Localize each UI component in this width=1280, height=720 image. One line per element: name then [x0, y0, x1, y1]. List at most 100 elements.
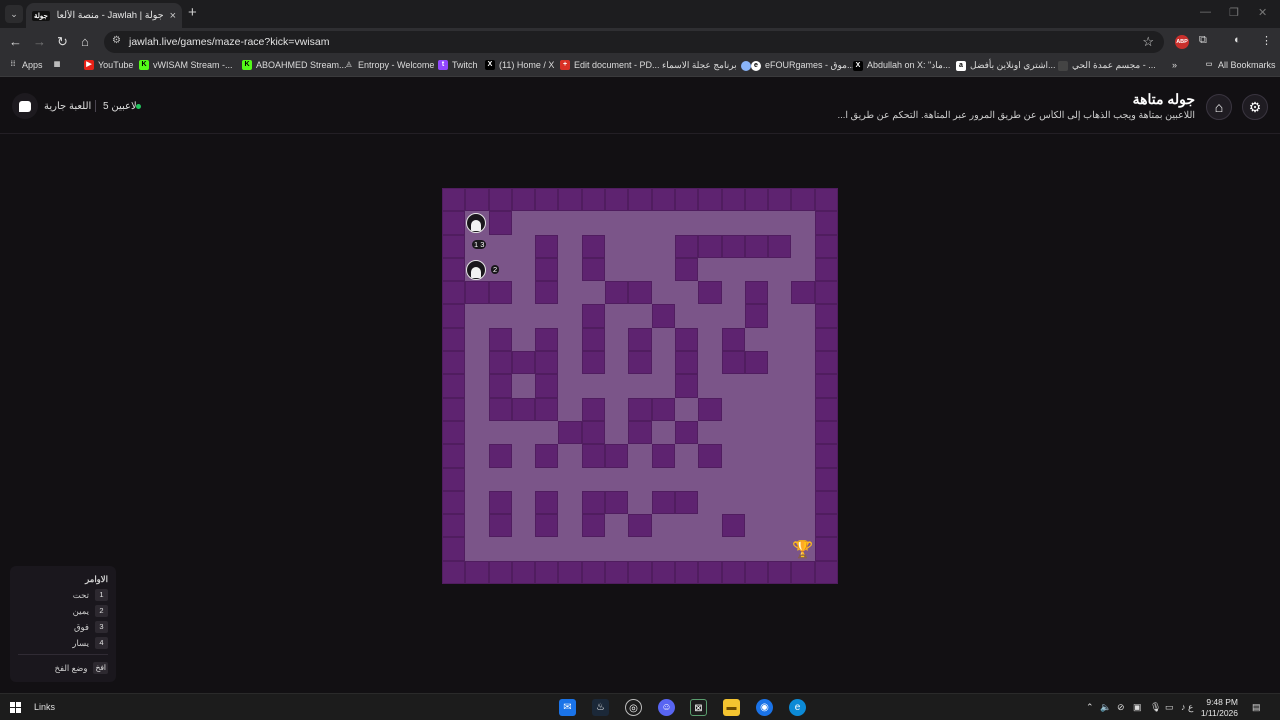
clock[interactable]: 9:48 PM 1/11/2026	[1201, 697, 1238, 719]
maze-path-cell	[511, 537, 536, 561]
maze-wall-cell	[442, 537, 466, 561]
divider	[95, 100, 96, 112]
notification-center-icon[interactable]: ▤	[1252, 702, 1261, 713]
player-count-badge: 2	[491, 265, 500, 274]
tab-close-icon[interactable]: ×	[170, 10, 176, 22]
extensions-icon[interactable]: ⧉	[1199, 34, 1207, 47]
tab-groups-icon[interactable]: ▦	[52, 60, 62, 70]
maze-path-cell	[511, 304, 536, 328]
network-icon[interactable]: ▭	[1165, 702, 1174, 713]
maze-wall-cell	[814, 444, 838, 468]
maze-wall-cell	[581, 327, 606, 352]
maze-wall-cell	[721, 327, 745, 352]
steam-icon[interactable]: ♨	[592, 699, 609, 716]
bookmark-apps[interactable]: ⁞⁞ Apps	[8, 60, 43, 70]
maze-path-cell	[651, 537, 675, 561]
maze-wall-cell	[581, 397, 606, 421]
bookmark-entropy[interactable]: ◬ Entropy - Welcome	[344, 60, 434, 70]
reload-icon[interactable]: ↻	[57, 34, 68, 50]
chrome-icon[interactable]: ◉	[756, 699, 773, 716]
edge-icon[interactable]: e	[789, 699, 806, 716]
back-icon[interactable]: ←	[9, 34, 22, 49]
maze-wall-cell	[721, 188, 745, 212]
new-tab-button[interactable]: +	[188, 4, 197, 21]
maze-path-cell	[791, 490, 815, 515]
all-bookmarks[interactable]: ▭ All Bookmarks	[1204, 60, 1276, 70]
tab-search-button[interactable]: ⌄	[5, 5, 23, 23]
maze-path-cell	[768, 397, 792, 421]
maze-path-cell	[674, 514, 699, 538]
close-window-icon[interactable]: ✕	[1258, 6, 1267, 19]
home-icon[interactable]: ⌂	[81, 34, 89, 49]
jawlah-logo-icon[interactable]	[12, 93, 38, 119]
maze-wall-cell	[535, 374, 559, 398]
maze-path-cell	[628, 490, 652, 515]
bookmark-star-icon[interactable]: ☆	[1142, 34, 1154, 50]
x-icon: X	[485, 60, 495, 70]
maze-wall-cell	[674, 188, 699, 212]
windows-start-icon[interactable]	[10, 702, 21, 713]
restore-icon[interactable]: ❐	[1229, 6, 1239, 19]
maze-wall-cell	[442, 560, 466, 584]
profile-avatar-icon[interactable]: ◐	[1234, 34, 1241, 46]
maze-path-cell	[698, 374, 722, 398]
command-row: يسار 4	[72, 637, 108, 649]
volume-icon[interactable]: 🔈	[1100, 702, 1111, 713]
camera-icon[interactable]: ▣	[1133, 702, 1142, 713]
maze-wall-cell	[442, 281, 466, 305]
maze-wall-cell	[535, 281, 559, 305]
obs-icon[interactable]: ◎	[625, 699, 642, 716]
maze-wall-cell	[605, 444, 629, 468]
command-key: 1	[95, 589, 108, 601]
maze-path-cell	[744, 211, 769, 235]
menu-icon[interactable]: ⋮	[1261, 34, 1272, 47]
bookmark-mujassam[interactable]: مجسم عمدة الحي - ...	[1058, 60, 1156, 71]
taskbar-links[interactable]: Links	[34, 702, 55, 712]
maze-path-cell	[558, 514, 582, 538]
bookmark-amazon[interactable]: a اشتري اونلاين بأفضل...	[956, 60, 1056, 71]
bookmark-kick-aboahmed[interactable]: K ABOAHMED Stream...	[242, 60, 347, 70]
bookmark-x-home[interactable]: X (11) Home / X	[485, 60, 554, 70]
maze-wall-cell	[558, 420, 582, 445]
maze-wall-cell	[488, 514, 512, 538]
bookmark-efourgames[interactable]: e eFOURgames - موق...	[751, 60, 854, 71]
maze-wall-cell	[698, 560, 722, 584]
xbox-icon[interactable]: ⊠	[690, 699, 707, 716]
maze-wall-cell	[721, 351, 745, 375]
maze-path-cell	[488, 420, 512, 445]
command-row: فوق 3	[74, 621, 108, 633]
bookmark-twitch[interactable]: t Twitch	[438, 60, 478, 70]
maze-path-cell	[558, 304, 582, 328]
sound-icon[interactable]: ♪	[1181, 702, 1186, 712]
tray-overflow-icon[interactable]: ⌃	[1086, 702, 1094, 713]
maze-path-cell	[535, 211, 559, 235]
file-explorer-icon[interactable]: ▬	[723, 699, 740, 716]
maze-wall-cell	[535, 351, 559, 375]
active-tab[interactable]: جولة جولة | Jawlah - منصة الألعاب الـ...…	[26, 3, 182, 28]
forward-icon[interactable]: →	[33, 34, 46, 49]
bookmark-kick-vwisam[interactable]: KvWISAM Stream -...	[139, 60, 233, 70]
maze-path-cell	[488, 234, 512, 258]
language-indicator[interactable]: ع	[1188, 702, 1193, 713]
bookmark-abdullah-x[interactable]: X Abdullah on X: "ماد...	[853, 60, 950, 71]
outlook-icon[interactable]: ✉	[559, 699, 576, 716]
maze-path-cell	[628, 467, 652, 491]
maze-path-cell	[791, 374, 815, 398]
adblock-extension-icon[interactable]: ABP	[1175, 35, 1189, 49]
settings-button[interactable]: ⚙	[1242, 94, 1268, 120]
address-bar[interactable]: ⚙ jawlah.live/games/maze-race?kick=vwisa…	[104, 31, 1164, 53]
bookmark-edit-document[interactable]: + Edit document - PD...	[560, 60, 660, 70]
home-button[interactable]: ⌂	[1206, 94, 1232, 120]
maze-wall-cell	[721, 560, 745, 584]
discord-icon[interactable]: ☺	[658, 699, 675, 716]
maze-path-cell	[511, 257, 536, 282]
maze-wall-cell	[814, 537, 838, 561]
minimize-icon[interactable]: —	[1200, 6, 1211, 18]
bookmark-name-wheel[interactable]: برنامج عجلة الاسماء	[662, 60, 751, 71]
maze-path-cell	[465, 327, 489, 352]
more-bookmarks-icon[interactable]: »	[1172, 60, 1177, 70]
bookmark-youtube[interactable]: ▶ YouTube	[84, 60, 133, 70]
site-info-icon[interactable]: ⚙	[112, 35, 121, 46]
notifications-muted-icon[interactable]: ⊘	[1117, 702, 1125, 713]
microphone-icon[interactable]: 🎙	[1150, 702, 1161, 713]
